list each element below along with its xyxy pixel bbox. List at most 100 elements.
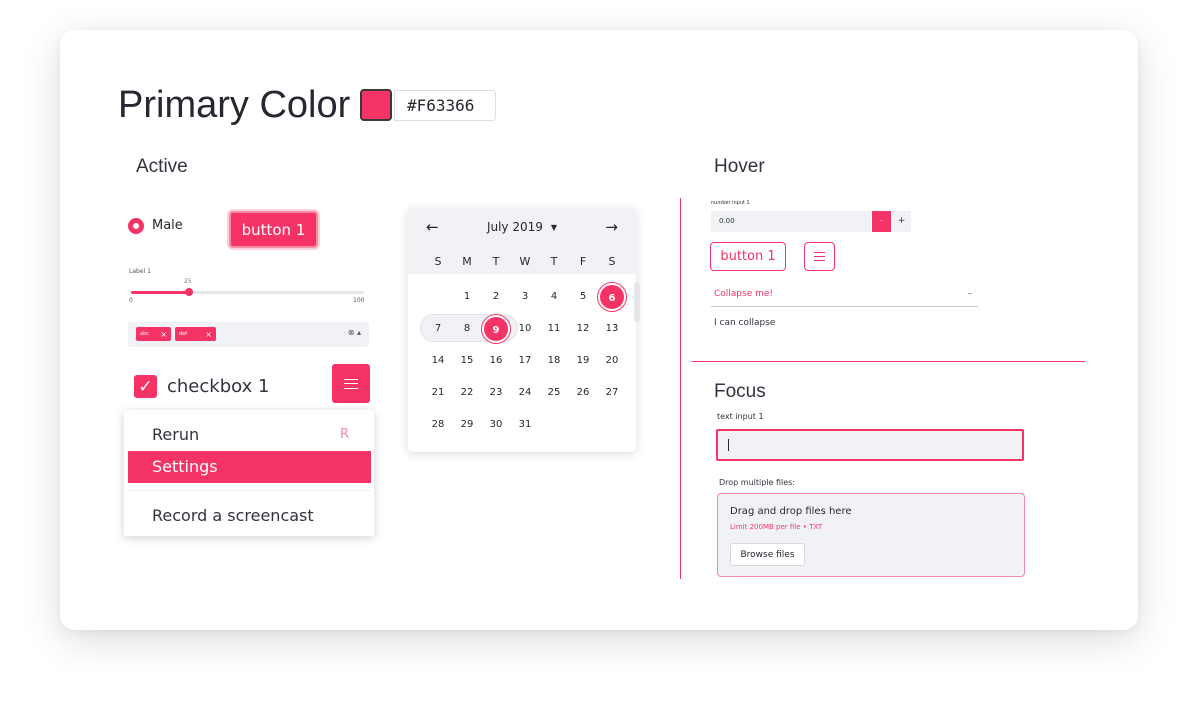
hamburger-icon xyxy=(344,378,358,389)
hover-heading: Hover xyxy=(714,156,765,177)
calendar-day[interactable]: 27 xyxy=(598,379,626,407)
calendar-day[interactable]: 1 xyxy=(453,283,481,311)
chevron-down-icon[interactable]: ▴ xyxy=(357,328,361,337)
active-heading: Active xyxy=(136,156,188,177)
slider-fill xyxy=(131,291,190,294)
dropzone-title: Drag and drop files here xyxy=(730,506,852,517)
calendar-day[interactable]: 30 xyxy=(482,411,510,439)
caret-down-icon: ▼ xyxy=(550,223,558,232)
calendar-day[interactable]: 3 xyxy=(511,283,539,311)
calendar-day[interactable]: 6 xyxy=(598,283,626,311)
calendar-day[interactable]: 17 xyxy=(511,347,539,375)
calendar-day[interactable]: 14 xyxy=(424,347,452,375)
horizontal-divider xyxy=(692,361,1085,362)
menu-item-label: Record a screencast xyxy=(152,506,314,525)
collapse-icon[interactable]: – xyxy=(968,289,973,299)
calendar-day[interactable]: 28 xyxy=(424,411,452,439)
calendar-day[interactable]: 24 xyxy=(511,379,539,407)
calendar-scrollbar[interactable] xyxy=(634,282,640,322)
calendar-day[interactable]: 20 xyxy=(598,347,626,375)
checkbox-1-label: checkbox 1 xyxy=(167,376,270,397)
tag-label: def xyxy=(179,331,188,337)
clear-icon[interactable]: ⊗ xyxy=(348,328,355,337)
calendar-day[interactable]: 5 xyxy=(569,283,597,311)
menu-item-rerun[interactable]: Rerun R xyxy=(128,419,371,451)
multiselect[interactable]: abc × def × ⊗ ▴ xyxy=(128,322,369,347)
page-title: Primary Color xyxy=(118,84,351,126)
arrow-right-icon[interactable]: → xyxy=(605,218,618,236)
number-increment-button[interactable]: + xyxy=(892,211,911,232)
menu-item-label: Rerun xyxy=(152,425,200,444)
main-menu-dropdown: Rerun R Settings Record a screencast xyxy=(124,410,374,536)
calendar-day[interactable]: 29 xyxy=(453,411,481,439)
menu-item-label: Settings xyxy=(152,457,218,476)
calendar-day[interactable]: 8 xyxy=(453,315,481,343)
color-swatch[interactable] xyxy=(360,89,392,121)
color-hex-input[interactable]: #F63366 xyxy=(394,90,496,121)
file-dropzone[interactable]: Drag and drop files here Limit 200MB per… xyxy=(717,493,1025,577)
calendar-weekday: S xyxy=(434,255,442,268)
calendar-day[interactable]: 21 xyxy=(424,379,452,407)
number-input[interactable]: 0.00 xyxy=(711,211,871,232)
vertical-divider xyxy=(680,198,681,579)
multiselect-tag: abc × xyxy=(136,327,171,341)
menu-divider xyxy=(128,490,371,491)
multiselect-tag: def × xyxy=(175,327,216,341)
dropzone-subtitle: Limit 200MB per file • TXT xyxy=(730,523,823,531)
slider-value: 25 xyxy=(184,278,192,285)
hamburger-menu-button-hover[interactable] xyxy=(804,242,835,271)
calendar-weekday: T xyxy=(492,255,500,268)
calendar-day[interactable]: 25 xyxy=(540,379,568,407)
calendar-month-select[interactable]: July 2019 ▼ xyxy=(408,220,636,234)
calendar-day[interactable]: 12 xyxy=(569,315,597,343)
button-1-hover[interactable]: button 1 xyxy=(710,242,786,271)
calendar-weekday: T xyxy=(550,255,558,268)
menu-item-settings[interactable]: Settings xyxy=(128,451,371,483)
slider-max: 100 xyxy=(353,297,365,304)
x-icon[interactable]: × xyxy=(205,330,212,339)
text-input[interactable] xyxy=(716,429,1024,461)
radio-male[interactable] xyxy=(128,218,144,234)
button-1-active[interactable]: button 1 xyxy=(229,211,318,248)
focus-heading: Focus xyxy=(714,381,766,402)
calendar-day[interactable]: 19 xyxy=(569,347,597,375)
calendar-day[interactable]: 9 xyxy=(482,315,510,343)
checkbox-1[interactable]: ✓ xyxy=(134,375,157,398)
number-input-label: number input 1 xyxy=(711,200,750,206)
calendar-day[interactable]: 23 xyxy=(482,379,510,407)
check-icon: ✓ xyxy=(138,376,153,397)
hamburger-menu-button[interactable] xyxy=(332,364,370,403)
calendar-month-label: July 2019 xyxy=(486,220,543,234)
calendar-day[interactable]: 7 xyxy=(424,315,452,343)
tag-label: abc xyxy=(140,331,149,337)
multiselect-controls[interactable]: ⊗ ▴ xyxy=(348,328,361,337)
menu-item-shortcut: R xyxy=(339,427,349,442)
calendar-weekday: S xyxy=(608,255,616,268)
calendar-day[interactable]: 15 xyxy=(453,347,481,375)
calendar-day[interactable]: 22 xyxy=(453,379,481,407)
text-input-label: text input 1 xyxy=(717,412,764,421)
slider-label: Label 1 xyxy=(129,268,151,275)
menu-item-record-screencast[interactable]: Record a screencast xyxy=(128,500,371,532)
file-uploader-label: Drop multiple files: xyxy=(719,478,796,487)
calendar-weekday: W xyxy=(519,255,531,268)
browse-files-button[interactable]: Browse files xyxy=(730,543,805,566)
date-picker-calendar: ← July 2019 ▼ → SMTWTFS 1 2 3 4 5 6 7 8 9 10 11 12 13… xyxy=(408,208,640,452)
calendar-day[interactable]: 2 xyxy=(482,283,510,311)
x-icon[interactable]: × xyxy=(160,330,167,339)
calendar-day[interactable]: 10 xyxy=(511,315,539,343)
text-cursor xyxy=(728,439,729,451)
expander-header[interactable]: Collapse me! – xyxy=(711,289,978,307)
calendar-day[interactable]: 13 xyxy=(598,315,626,343)
slider-min: 0 xyxy=(129,297,133,304)
radio-male-label: Male xyxy=(152,218,183,233)
calendar-day[interactable]: 4 xyxy=(540,283,568,311)
calendar-day[interactable]: 31 xyxy=(511,411,539,439)
calendar-day[interactable]: 26 xyxy=(569,379,597,407)
hamburger-icon xyxy=(814,252,825,261)
calendar-day[interactable]: 18 xyxy=(540,347,568,375)
number-decrement-button[interactable]: - xyxy=(872,211,891,232)
calendar-day[interactable]: 11 xyxy=(540,315,568,343)
calendar-day[interactable]: 16 xyxy=(482,347,510,375)
expander-underline xyxy=(711,306,978,307)
